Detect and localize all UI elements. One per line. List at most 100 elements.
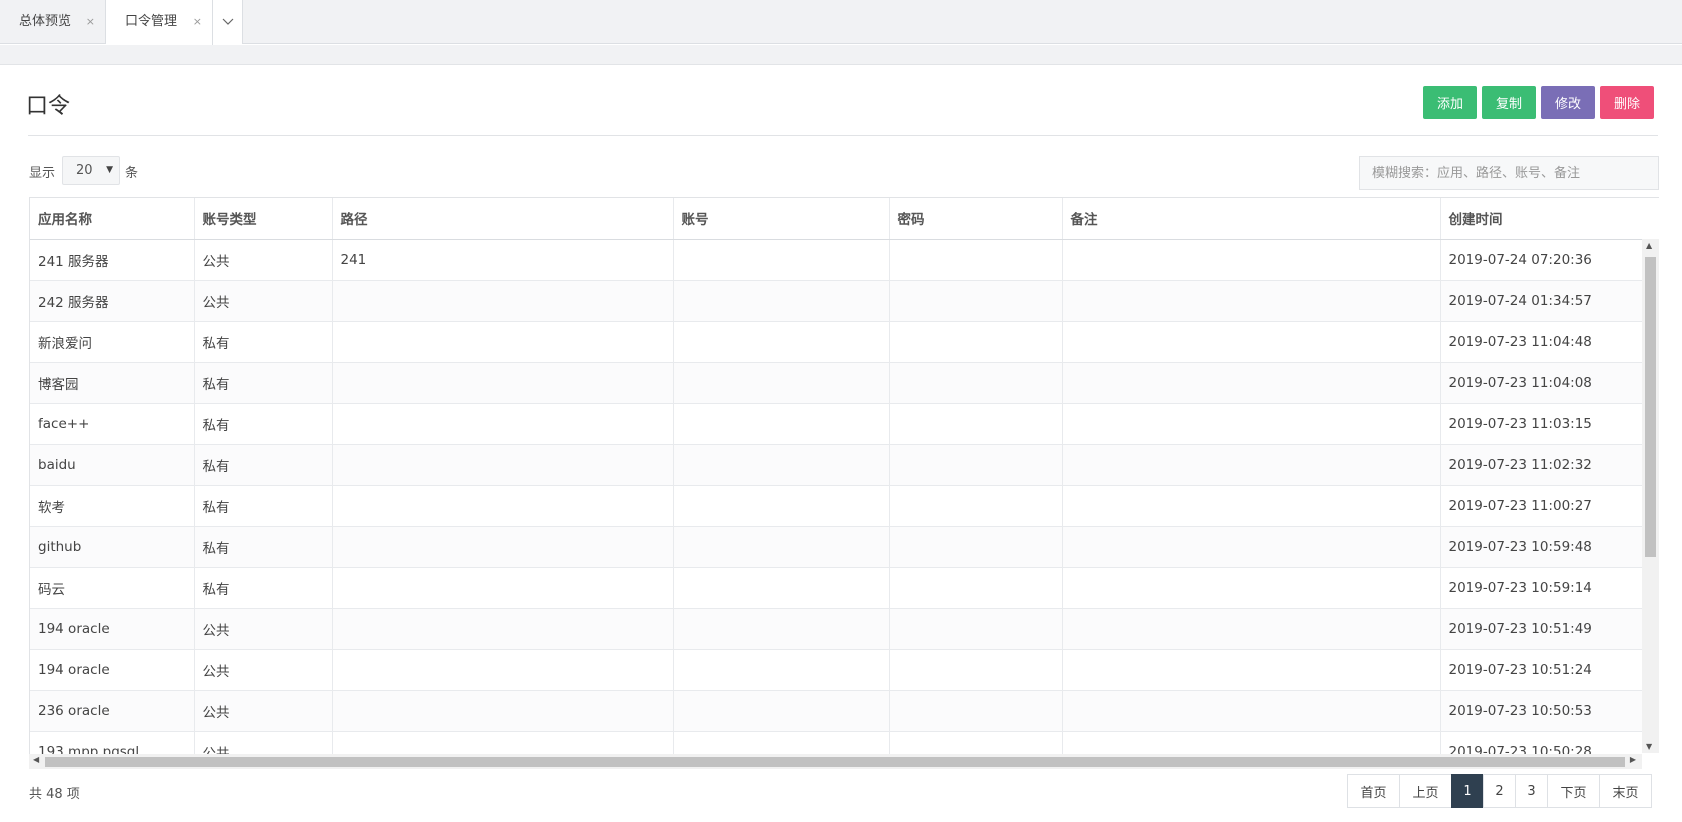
password-cell bbox=[889, 239, 1063, 281]
page-length-select[interactable]: 20 ▼ bbox=[62, 156, 120, 185]
account-type-cell: 私有 bbox=[194, 567, 333, 609]
app-name-cell: 241 服务器 bbox=[30, 239, 195, 281]
app-name-cell: face++ bbox=[30, 403, 195, 445]
table-row[interactable]: github 私有 2019-07-23 10:59:48 bbox=[30, 526, 1659, 568]
page-2-button[interactable]: 2 bbox=[1483, 774, 1516, 808]
tab-label: 总体预览 bbox=[19, 14, 72, 29]
scroll-left-icon[interactable]: ◀ bbox=[33, 755, 39, 764]
column-header-account[interactable]: 账号 bbox=[673, 198, 890, 240]
account-cell bbox=[673, 321, 890, 363]
remark-cell bbox=[1062, 649, 1441, 691]
path-cell bbox=[332, 444, 674, 486]
vertical-scrollbar[interactable]: ▲ ▼ bbox=[1642, 239, 1659, 753]
scroll-right-icon[interactable]: ▶ bbox=[1630, 755, 1636, 764]
app-name-cell: github bbox=[30, 526, 195, 568]
table-row[interactable]: 236 oracle 公共 2019-07-23 10:50:53 bbox=[30, 690, 1659, 732]
close-icon[interactable]: × bbox=[193, 0, 202, 44]
column-header-path[interactable]: 路径 bbox=[332, 198, 674, 240]
add-button[interactable]: 添加 bbox=[1423, 86, 1477, 119]
table-header-row: 应用名称 账号类型 路径 账号 密码 备注 创建时间 bbox=[30, 198, 1659, 240]
tabs-dropdown-button[interactable] bbox=[213, 0, 243, 44]
password-cell bbox=[889, 280, 1063, 322]
column-header-password[interactable]: 密码 bbox=[889, 198, 1063, 240]
column-header-created[interactable]: 创建时间 bbox=[1440, 198, 1659, 240]
path-cell bbox=[332, 280, 674, 322]
copy-button[interactable]: 复制 bbox=[1482, 86, 1536, 119]
table-info: 共 48 项 bbox=[29, 787, 80, 802]
remark-cell bbox=[1062, 567, 1441, 609]
table-row[interactable]: 241 服务器 公共 241 2019-07-24 07:20:36 bbox=[30, 239, 1659, 281]
account-type-cell: 公共 bbox=[194, 690, 333, 732]
data-table: 应用名称 账号类型 路径 账号 密码 备注 创建时间 241 服务器 公共 241 2… bbox=[29, 197, 1659, 757]
column-header-account-type[interactable]: 账号类型 bbox=[194, 198, 333, 240]
account-type-cell: 私有 bbox=[194, 526, 333, 568]
account-cell bbox=[673, 280, 890, 322]
close-icon[interactable]: × bbox=[86, 0, 95, 44]
table-row[interactable]: baidu 私有 2019-07-23 11:02:32 bbox=[30, 444, 1659, 486]
chevron-down-icon bbox=[222, 18, 233, 25]
column-header-app[interactable]: 应用名称 bbox=[30, 198, 195, 240]
path-cell bbox=[332, 567, 674, 609]
table-row[interactable]: 新浪爱问 私有 2019-07-23 11:04:48 bbox=[30, 321, 1659, 363]
created-time-cell: 2019-07-24 07:20:36 bbox=[1440, 239, 1659, 281]
delete-button[interactable]: 删除 bbox=[1600, 86, 1654, 119]
created-time-cell: 2019-07-23 11:03:15 bbox=[1440, 403, 1659, 445]
table-row[interactable]: 194 oracle 公共 2019-07-23 10:51:24 bbox=[30, 649, 1659, 691]
password-cell bbox=[889, 567, 1063, 609]
password-cell bbox=[889, 649, 1063, 691]
page-3-button[interactable]: 3 bbox=[1515, 774, 1548, 808]
path-cell bbox=[332, 485, 674, 527]
account-cell bbox=[673, 649, 890, 691]
created-time-cell: 2019-07-23 11:04:48 bbox=[1440, 321, 1659, 363]
remark-cell bbox=[1062, 526, 1441, 568]
tab-overview[interactable]: 总体预览 × bbox=[0, 0, 106, 44]
scrollbar-thumb[interactable] bbox=[45, 757, 1625, 767]
table-row[interactable]: 码云 私有 2019-07-23 10:59:14 bbox=[30, 567, 1659, 609]
edit-button[interactable]: 修改 bbox=[1541, 86, 1595, 119]
account-cell bbox=[673, 444, 890, 486]
scroll-up-icon[interactable]: ▲ bbox=[1646, 241, 1652, 250]
path-cell bbox=[332, 526, 674, 568]
table-row[interactable]: face++ 私有 2019-07-23 11:03:15 bbox=[30, 403, 1659, 445]
password-cell bbox=[889, 690, 1063, 732]
horizontal-scrollbar[interactable]: ◀ ▶ bbox=[29, 754, 1642, 769]
account-type-cell: 公共 bbox=[194, 649, 333, 691]
app-name-cell: 新浪爱问 bbox=[30, 321, 195, 363]
app-name-cell: baidu bbox=[30, 444, 195, 486]
column-header-remark[interactable]: 备注 bbox=[1062, 198, 1441, 240]
tab-label: 口令管理 bbox=[125, 14, 178, 29]
pagination: 首页 上页 1 2 3 下页 末页 bbox=[1347, 774, 1652, 808]
password-cell bbox=[889, 485, 1063, 527]
table-row[interactable]: 软考 私有 2019-07-23 11:00:27 bbox=[30, 485, 1659, 527]
header-divider bbox=[28, 135, 1658, 136]
scrollbar-thumb[interactable] bbox=[1645, 257, 1656, 557]
next-page-button[interactable]: 下页 bbox=[1547, 774, 1600, 808]
path-cell bbox=[332, 690, 674, 732]
remark-cell bbox=[1062, 362, 1441, 404]
remark-cell bbox=[1062, 608, 1441, 650]
scroll-down-icon[interactable]: ▼ bbox=[1646, 742, 1652, 751]
created-time-cell: 2019-07-24 01:34:57 bbox=[1440, 280, 1659, 322]
page-1-button[interactable]: 1 bbox=[1451, 774, 1484, 808]
prev-page-button[interactable]: 上页 bbox=[1399, 774, 1452, 808]
app-name-cell: 码云 bbox=[30, 567, 195, 609]
last-page-button[interactable]: 末页 bbox=[1599, 774, 1652, 808]
remark-cell bbox=[1062, 403, 1441, 445]
account-type-cell: 公共 bbox=[194, 280, 333, 322]
table-row[interactable]: 194 oracle 公共 2019-07-23 10:51:49 bbox=[30, 608, 1659, 650]
table-row[interactable]: 242 服务器 公共 2019-07-24 01:34:57 bbox=[30, 280, 1659, 322]
remark-cell bbox=[1062, 690, 1441, 732]
remark-cell bbox=[1062, 321, 1441, 363]
path-cell bbox=[332, 403, 674, 445]
remark-cell bbox=[1062, 485, 1441, 527]
search-input[interactable] bbox=[1359, 156, 1659, 190]
app-name-cell: 194 oracle bbox=[30, 649, 195, 691]
table-row[interactable]: 博客园 私有 2019-07-23 11:04:08 bbox=[30, 362, 1659, 404]
app-name-cell: 博客园 bbox=[30, 362, 195, 404]
password-cell bbox=[889, 321, 1063, 363]
tab-password-management[interactable]: 口令管理 × bbox=[106, 0, 213, 45]
path-cell bbox=[332, 649, 674, 691]
length-menu-suffix: 条 bbox=[125, 166, 139, 181]
created-time-cell: 2019-07-23 11:04:08 bbox=[1440, 362, 1659, 404]
first-page-button[interactable]: 首页 bbox=[1347, 774, 1400, 808]
